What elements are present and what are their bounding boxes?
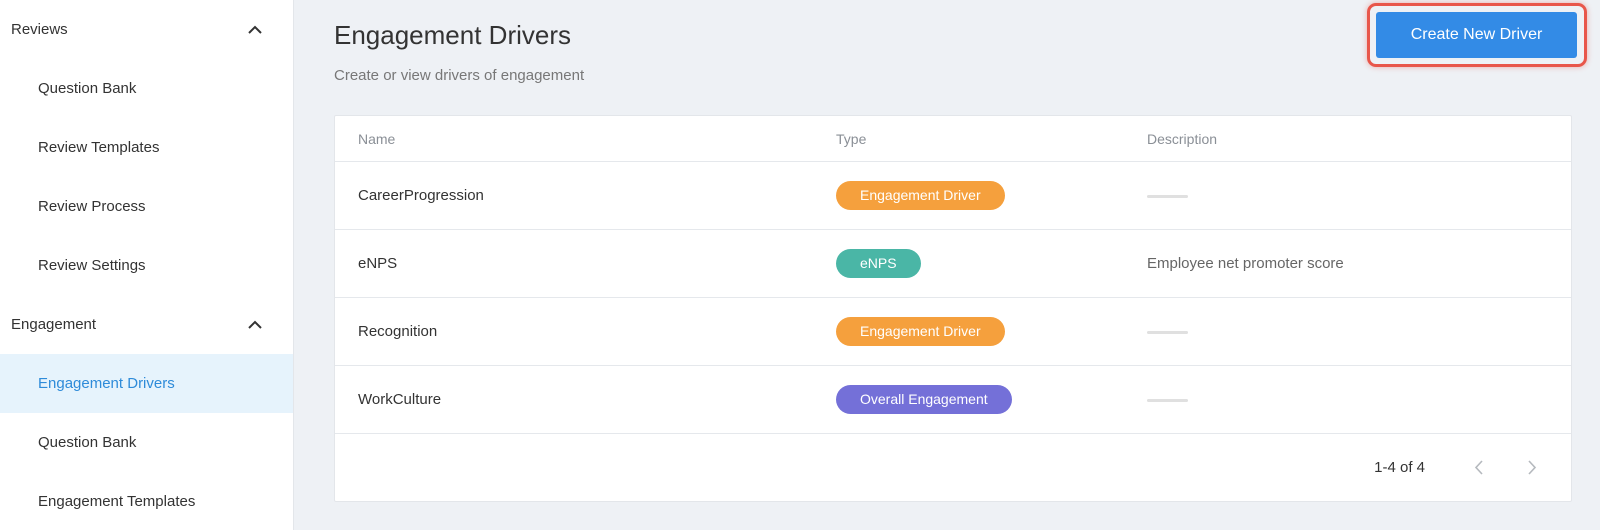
sidebar: Reviews Question Bank Review Templates R… xyxy=(0,0,294,530)
create-new-driver-button[interactable]: Create New Driver xyxy=(1376,12,1577,58)
driver-name: Recognition xyxy=(358,323,438,340)
page-subtitle: Create or view drivers of engagement xyxy=(334,67,585,84)
main-content: Engagement Drivers Create or view driver… xyxy=(294,0,1600,530)
sidebar-item-label: Review Process xyxy=(38,198,146,215)
sidebar-item-label: Question Bank xyxy=(38,80,137,97)
sidebar-item-label: Review Settings xyxy=(38,257,146,274)
sidebar-item-engagement-drivers[interactable]: Engagement Drivers xyxy=(0,354,293,413)
driver-description: Employee net promoter score xyxy=(1147,255,1344,272)
sidebar-item-review-templates[interactable]: Review Templates xyxy=(0,118,293,177)
sidebar-item-label: Engagement Templates xyxy=(38,493,196,510)
type-badge: Engagement Driver xyxy=(836,317,1005,346)
sidebar-item-engagement-question-bank[interactable]: Question Bank xyxy=(0,413,293,472)
sidebar-item-label: Engagement Drivers xyxy=(38,375,175,392)
chevron-left-icon[interactable] xyxy=(1463,452,1493,482)
sidebar-section-label: Engagement xyxy=(11,316,97,333)
type-badge: eNPS xyxy=(836,249,921,278)
sidebar-item-question-bank[interactable]: Question Bank xyxy=(0,59,293,118)
empty-description-dash xyxy=(1147,330,1188,334)
sidebar-section-reviews[interactable]: Reviews xyxy=(0,0,293,59)
chevron-up-icon[interactable] xyxy=(247,22,263,38)
column-header-name[interactable]: Name xyxy=(335,131,836,147)
type-badge: Overall Engagement xyxy=(836,385,1012,414)
sidebar-item-label: Review Templates xyxy=(38,139,160,156)
chevron-right-icon[interactable] xyxy=(1517,452,1547,482)
table-row[interactable]: CareerProgression Engagement Driver xyxy=(335,162,1571,230)
column-header-description[interactable]: Description xyxy=(1147,131,1571,147)
create-button-highlight: Create New Driver xyxy=(1367,3,1587,67)
page-title: Engagement Drivers xyxy=(334,20,571,50)
chevron-up-icon[interactable] xyxy=(247,317,263,333)
drivers-table: Name Type Description CareerProgression … xyxy=(334,115,1572,502)
column-header-type[interactable]: Type xyxy=(836,131,1147,147)
table-row[interactable]: Recognition Engagement Driver xyxy=(335,298,1571,366)
empty-description-dash xyxy=(1147,194,1188,198)
table-row[interactable]: eNPS eNPS Employee net promoter score xyxy=(335,230,1571,298)
driver-name: CareerProgression xyxy=(358,187,484,204)
pagination-range: 1-4 of 4 xyxy=(1374,458,1425,476)
pagination: 1-4 of 4 xyxy=(335,433,1571,501)
sidebar-item-review-settings[interactable]: Review Settings xyxy=(0,236,293,295)
driver-name: WorkCulture xyxy=(358,391,442,408)
table-header: Name Type Description xyxy=(335,116,1571,162)
sidebar-item-engagement-templates[interactable]: Engagement Templates xyxy=(0,472,293,530)
sidebar-item-label: Question Bank xyxy=(38,434,137,451)
empty-description-dash xyxy=(1147,398,1188,402)
type-badge: Engagement Driver xyxy=(836,181,1005,210)
driver-name: eNPS xyxy=(358,255,398,272)
sidebar-section-label: Reviews xyxy=(11,21,68,38)
sidebar-item-review-process[interactable]: Review Process xyxy=(0,177,293,236)
table-row[interactable]: WorkCulture Overall Engagement xyxy=(335,366,1571,434)
sidebar-section-engagement[interactable]: Engagement xyxy=(0,295,293,354)
